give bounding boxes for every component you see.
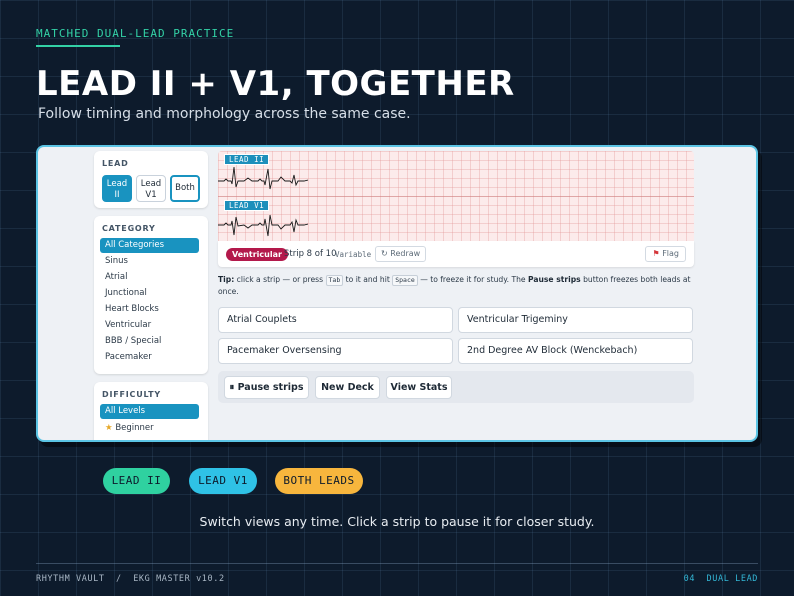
slide-subtitle: Follow timing and morphology across the …	[38, 106, 411, 122]
lead-both-label: Both	[175, 183, 195, 193]
lead-ii-trace[interactable]	[218, 163, 308, 193]
lead-v1-trace[interactable]	[218, 209, 308, 239]
difficulty-beginner-label: Beginner	[115, 423, 154, 433]
tip-prefix: Tip:	[218, 275, 235, 284]
footer-left: RHYTHM VAULT / EKG MASTER v10.2	[36, 574, 225, 584]
slide-caption: Switch views any time. Click a strip to …	[199, 514, 595, 529]
space-key: Space	[392, 275, 418, 286]
category-item-sinus[interactable]: Sinus	[100, 254, 199, 269]
tip-text: Tip: click a strip — or press Tab to it …	[218, 274, 698, 298]
category-item-heart-blocks[interactable]: Heart Blocks	[100, 302, 199, 317]
kicker-underline	[36, 45, 120, 47]
lead-both-button[interactable]: Both	[170, 175, 200, 202]
tip-part-1: click a strip — or press	[234, 275, 326, 284]
rhythm-category-badge: Ventricular	[226, 248, 288, 261]
lead-ii-line1: Lead	[106, 179, 128, 189]
flag-icon: ⚑	[652, 249, 660, 258]
chip-lead-v1: LEAD V1	[189, 468, 257, 494]
category-item-bbb-special[interactable]: BBB / Special	[100, 334, 199, 349]
tip-part-3: — to freeze it for study. The	[417, 275, 528, 284]
footer-divider	[36, 563, 758, 564]
difficulty-panel: DIFFICULTY All Levels ★ Beginner	[94, 382, 208, 440]
chip-both-leads: BOTH LEADS	[275, 468, 363, 494]
flag-button[interactable]: ⚑ Flag	[645, 246, 686, 262]
category-item-all[interactable]: All Categories	[100, 238, 199, 253]
strip-counter: Strip 8 of 10	[284, 249, 337, 259]
answer-option-ventricular-trigeminy[interactable]: Ventricular Trigeminy	[458, 307, 693, 333]
pause-strips-button[interactable]: ⏸ Pause strips	[224, 376, 309, 399]
difficulty-panel-title: DIFFICULTY	[102, 390, 161, 399]
slide-title: LEAD II + V1, TOGETHER	[36, 64, 515, 104]
difficulty-item-beginner[interactable]: ★ Beginner	[100, 421, 199, 436]
chip-lead-ii: LEAD II	[103, 468, 170, 494]
lead-v1-button[interactable]: Lead V1	[136, 175, 166, 202]
rate-label: Variable	[335, 250, 372, 259]
answer-option-wenckebach[interactable]: 2nd Degree AV Block (Wenckebach)	[458, 338, 693, 364]
lead-panel: LEAD Lead II Lead V1 Both	[94, 151, 208, 208]
redraw-button[interactable]: ↻ Redraw	[375, 246, 427, 262]
tab-key: Tab	[325, 275, 344, 286]
flag-label: Flag	[662, 249, 679, 258]
new-deck-button[interactable]: New Deck	[315, 376, 380, 399]
ekg-strips[interactable]: LEAD II LEAD V1	[218, 151, 694, 241]
category-panel-title: CATEGORY	[102, 224, 156, 233]
category-item-atrial[interactable]: Atrial	[100, 270, 199, 285]
star-icon: ★	[105, 423, 113, 433]
answer-option-pacemaker-oversensing[interactable]: Pacemaker Oversensing	[218, 338, 453, 364]
answer-option-atrial-couplets[interactable]: Atrial Couplets	[218, 307, 453, 333]
view-stats-button[interactable]: View Stats	[386, 376, 452, 399]
category-item-pacemaker[interactable]: Pacemaker	[100, 350, 199, 365]
lead-ii-button[interactable]: Lead II	[102, 175, 132, 202]
difficulty-item-all[interactable]: All Levels	[100, 404, 199, 419]
footer-right: 04 DUAL LEAD	[683, 574, 758, 584]
category-panel: CATEGORY All Categories Sinus Atrial Jun…	[94, 216, 208, 374]
category-item-ventricular[interactable]: Ventricular	[100, 318, 199, 333]
strip-separator	[218, 196, 694, 197]
slide-kicker: MATCHED DUAL-LEAD PRACTICE	[36, 27, 235, 40]
lead-v1-line1: Lead	[140, 179, 162, 189]
strip-status-bar: Ventricular Strip 8 of 10 Variable ↻ Red…	[218, 241, 694, 267]
tip-part-2: to it and hit	[343, 275, 393, 284]
tip-bold: Pause strips	[528, 275, 581, 284]
controls-bar: ⏸ Pause strips New Deck View Stats	[218, 371, 694, 403]
category-item-junctional[interactable]: Junctional	[100, 286, 199, 301]
app-screenshot-frame: LEAD Lead II Lead V1 Both CATEGORY All C…	[36, 145, 758, 442]
lead-v1-line2: V1	[145, 190, 157, 200]
lead-panel-title: LEAD	[102, 159, 129, 168]
lead-ii-line2: II	[114, 190, 120, 200]
